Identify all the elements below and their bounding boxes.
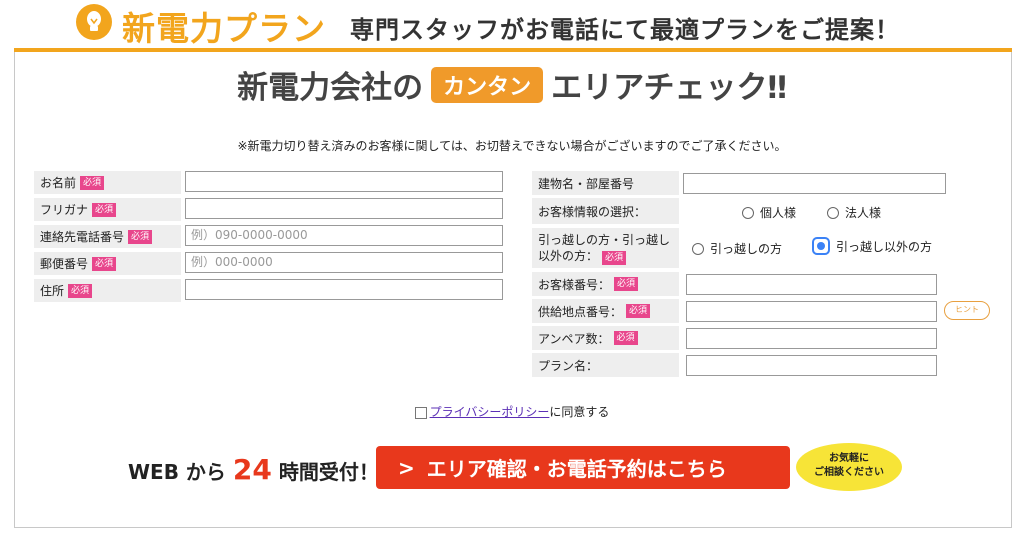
title-prefix: 新電力会社の: [237, 70, 424, 106]
area-check-button[interactable]: > エリア確認・お電話予約はこちら: [376, 446, 790, 489]
ampere-input[interactable]: [686, 328, 937, 349]
privacy-suffix: に同意する: [549, 405, 610, 419]
radio-not-moving[interactable]: 引っ越し以外の方: [812, 237, 932, 255]
postal-label: 郵便番号 必須: [34, 252, 181, 275]
hours-number: 24: [232, 453, 272, 486]
furigana-input[interactable]: [185, 198, 503, 219]
required-badge: 必須: [613, 331, 638, 345]
required-badge: 必須: [92, 256, 117, 271]
furigana-label: フリガナ 必須: [34, 198, 181, 221]
privacy-checkbox[interactable]: [414, 406, 427, 419]
page-title: 新電力会社の カンタン エリアチェック‼: [0, 62, 1024, 107]
radio-circle: [827, 206, 839, 219]
customer-number-label: お客様番号： 必須: [532, 272, 679, 296]
name-label: お名前 必須: [34, 171, 181, 194]
ampere-label: アンペア数： 必須: [532, 326, 679, 350]
privacy-consent: プライバシーポリシーに同意する: [0, 403, 1024, 420]
privacy-policy-link[interactable]: プライバシーポリシー: [430, 405, 550, 419]
header-banner: 新電力プラン 専門スタッフがお電話にて最適プランをご提案！: [0, 0, 1024, 52]
required-badge: 必須: [602, 251, 627, 265]
required-badge: 必須: [626, 304, 651, 318]
radio-circle: [742, 206, 754, 219]
required-badge: 必須: [614, 277, 639, 291]
required-badge: 必須: [68, 283, 93, 298]
radio-corporate[interactable]: 法人様: [827, 204, 881, 221]
consult-bubble: お気軽に ご相談ください: [796, 443, 902, 491]
plan-name-input[interactable]: [686, 355, 937, 376]
phone-input[interactable]: 例）090-0000-0000: [185, 225, 503, 246]
hint-button[interactable]: ヒント: [944, 301, 990, 320]
phone-label: 連絡先電話番号 必須: [34, 225, 181, 248]
brand-title: 新電力プラン: [122, 9, 326, 48]
switch-notice: ※新電力切り替え済みのお客様に関しては、お切替えできない場合がございますのでご了…: [237, 139, 787, 153]
required-badge: 必須: [92, 202, 117, 217]
name-input[interactable]: [185, 171, 503, 192]
required-badge: 必須: [80, 175, 105, 190]
radio-moving[interactable]: 引っ越しの方: [692, 240, 782, 257]
building-input[interactable]: [683, 173, 946, 194]
supply-point-label: 供給地点番号： 必須: [532, 299, 679, 323]
moving-label: 引っ越しの方・引っ越し 以外の方： 必須: [532, 228, 679, 268]
cta-label: エリア確認・お電話予約はこちら: [426, 457, 727, 481]
header-tagline: 専門スタッフがお電話にて最適プランをご提案！: [350, 16, 900, 44]
customer-number-input[interactable]: [686, 274, 937, 295]
postal-input[interactable]: 例）000-0000: [185, 252, 503, 273]
chevron-right-icon: >: [398, 455, 415, 480]
address-input[interactable]: [185, 279, 503, 300]
radio-circle: [692, 242, 704, 255]
title-suffix: エリアチェック‼: [551, 70, 787, 106]
required-badge: 必須: [128, 229, 153, 244]
building-label: 建物名・部屋番号: [532, 171, 679, 195]
title-badge: カンタン: [431, 66, 544, 103]
address-label: 住所 必須: [34, 279, 181, 302]
radio-circle-selected: [812, 237, 830, 255]
customer-type-label: お客様情報の選択：: [532, 198, 679, 224]
lightbulb-icon: [76, 4, 112, 40]
web-24h-text: WEB から 24 時間受付！: [128, 453, 379, 486]
radio-individual[interactable]: 個人様: [742, 204, 796, 221]
supply-point-input[interactable]: [686, 301, 937, 322]
plan-name-label: プラン名：: [532, 353, 679, 377]
